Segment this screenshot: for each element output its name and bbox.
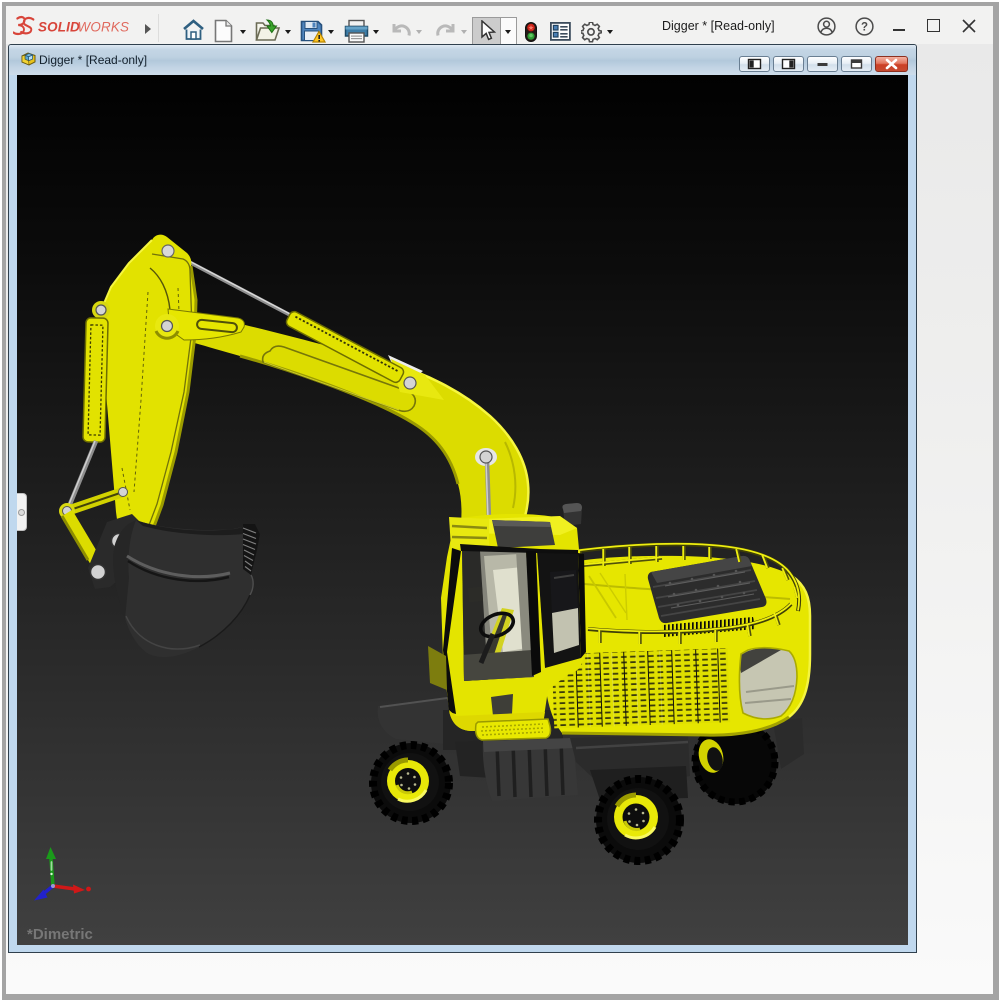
svg-text:?: ?: [861, 22, 868, 34]
svg-text:WORKS: WORKS: [78, 20, 130, 35]
svg-text:SOLID: SOLID: [38, 20, 80, 35]
